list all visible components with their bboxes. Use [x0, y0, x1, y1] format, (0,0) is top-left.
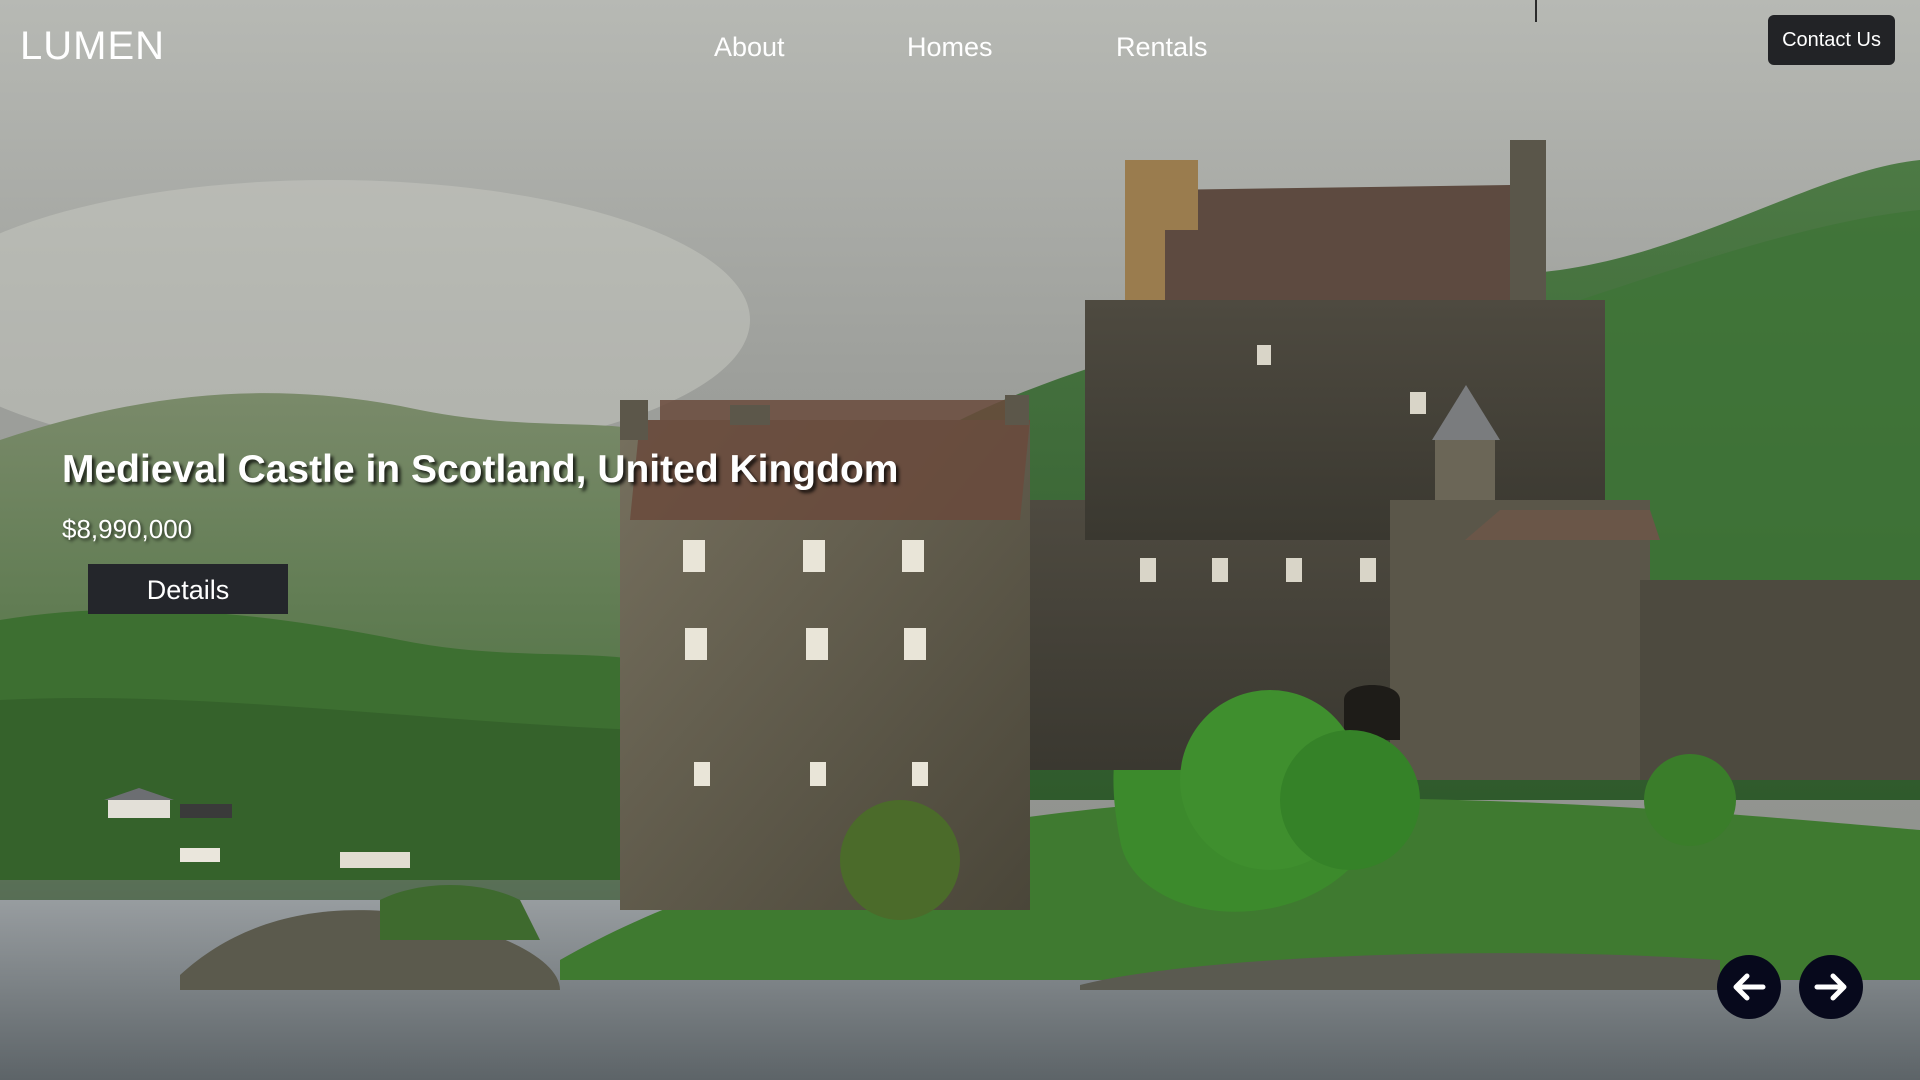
arrow-left-icon: [1733, 973, 1766, 1001]
nav-item-rentals[interactable]: Rentals: [1116, 32, 1208, 63]
carousel-next-button[interactable]: [1799, 955, 1863, 1019]
nav-item-homes[interactable]: Homes: [907, 32, 993, 63]
carousel-prev-button[interactable]: [1717, 955, 1781, 1019]
hero-banner: LUMEN About Homes Rentals Contact Us Med…: [0, 0, 1920, 1080]
nav-item-about[interactable]: About: [714, 32, 785, 63]
text-cursor-mark: [1535, 0, 1537, 22]
contact-us-button[interactable]: Contact Us: [1768, 15, 1895, 65]
hero-caption: Medieval Castle in Scotland, United King…: [62, 448, 898, 545]
main-nav: About Homes Rentals: [0, 32, 1920, 72]
arrow-right-icon: [1814, 973, 1847, 1001]
listing-price: $8,990,000: [62, 514, 193, 544]
details-button[interactable]: Details: [88, 564, 288, 614]
listing-title: Medieval Castle in Scotland, United King…: [62, 448, 899, 491]
